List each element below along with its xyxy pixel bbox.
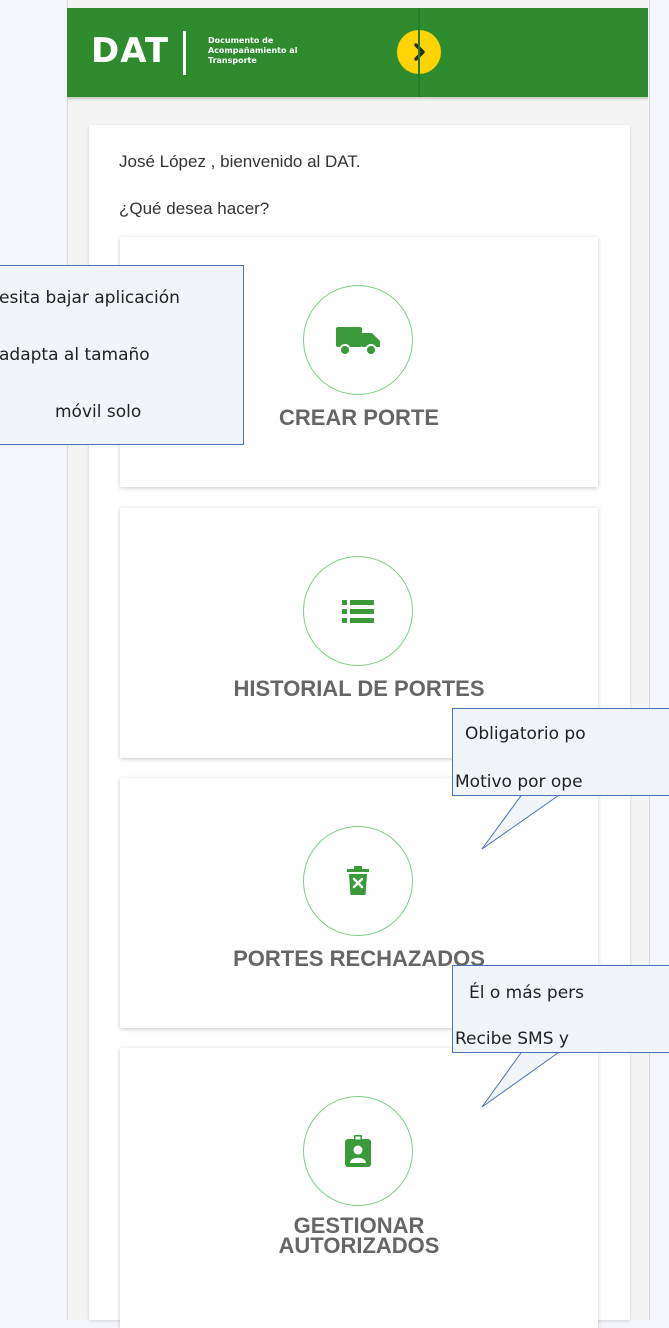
callout-pointers: [481, 792, 563, 1108]
annotation-note: Él o más pers Recibe SMS y: [452, 965, 669, 1053]
annotation-line: Motivo por ope: [455, 772, 583, 792]
annotation-line: Él o más pers: [469, 983, 585, 1003]
annotation-line: Recibe SMS y: [455, 1029, 569, 1049]
annotation-line: Obligatorio po: [465, 724, 586, 744]
annotation-note: Obligatorio po Motivo por ope: [452, 708, 669, 796]
